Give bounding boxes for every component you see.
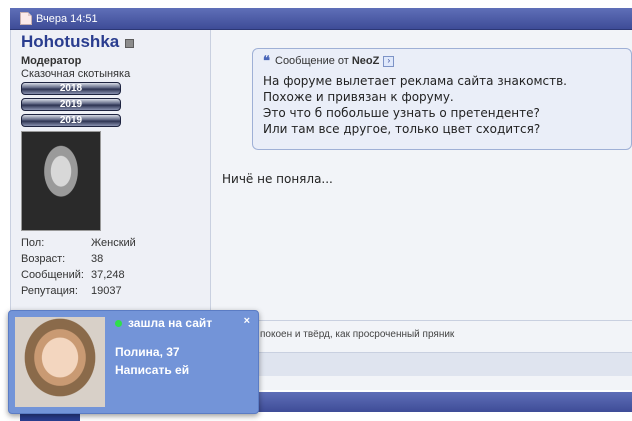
user-avatar[interactable] xyxy=(21,131,101,231)
post-document-icon xyxy=(20,12,32,25)
popup-write-link[interactable]: Написать ей xyxy=(115,363,189,377)
award-badge[interactable]: 2019 xyxy=(21,114,121,127)
offline-status-icon xyxy=(125,39,135,48)
user-signature: покоен и твёрд, как просроченный пряник xyxy=(212,320,632,352)
quote-text: На форуме вылетает реклама сайта знакомс… xyxy=(263,74,567,136)
post-date: Вчера 14:51 xyxy=(36,12,98,25)
post-header: Вчера 14:51 xyxy=(10,8,632,30)
dating-popup[interactable]: зашла на сайт × Полина, 37 Написать ей xyxy=(8,310,259,414)
goto-post-icon[interactable]: › xyxy=(383,55,395,67)
popup-status: зашла на сайт xyxy=(115,316,212,330)
user-title: Модератор xyxy=(21,55,82,67)
profile-row-posts: Сообщений: 37,248 xyxy=(21,269,125,281)
profile-row-gender: Пол: Женский xyxy=(21,237,136,249)
popup-status-text: зашла на сайт xyxy=(128,316,213,330)
next-post-username xyxy=(20,414,80,421)
profile-row-age: Возраст: 38 xyxy=(21,253,104,265)
profile-row-reputation: Репутация: 19037 xyxy=(21,285,122,297)
popup-name[interactable]: Полина, 37 xyxy=(115,345,180,359)
post-footer xyxy=(212,352,632,376)
user-subtitle: Сказочная скотыняка xyxy=(21,68,131,80)
award-badge[interactable]: 2019 xyxy=(21,98,121,111)
username-container: Hohotushka xyxy=(21,32,135,52)
post-content: ❝ Сообщение от NeoZ › На форуме вылетает… xyxy=(212,30,632,390)
quote-header: ❝ Сообщение от NeoZ › xyxy=(263,53,621,69)
quote-block: ❝ Сообщение от NeoZ › На форуме вылетает… xyxy=(252,48,632,150)
quote-author: NeoZ xyxy=(351,55,380,67)
quote-label: Сообщение от xyxy=(275,55,349,67)
post-text: Ничё не поняла... xyxy=(222,172,333,186)
popup-close-button[interactable]: × xyxy=(244,315,250,327)
award-badge[interactable]: 2018 xyxy=(21,82,121,95)
online-indicator-icon xyxy=(115,319,122,327)
username-link[interactable]: Hohotushka xyxy=(21,32,119,52)
quote-mark-icon: ❝ xyxy=(263,53,270,68)
popup-photo[interactable] xyxy=(15,317,105,407)
